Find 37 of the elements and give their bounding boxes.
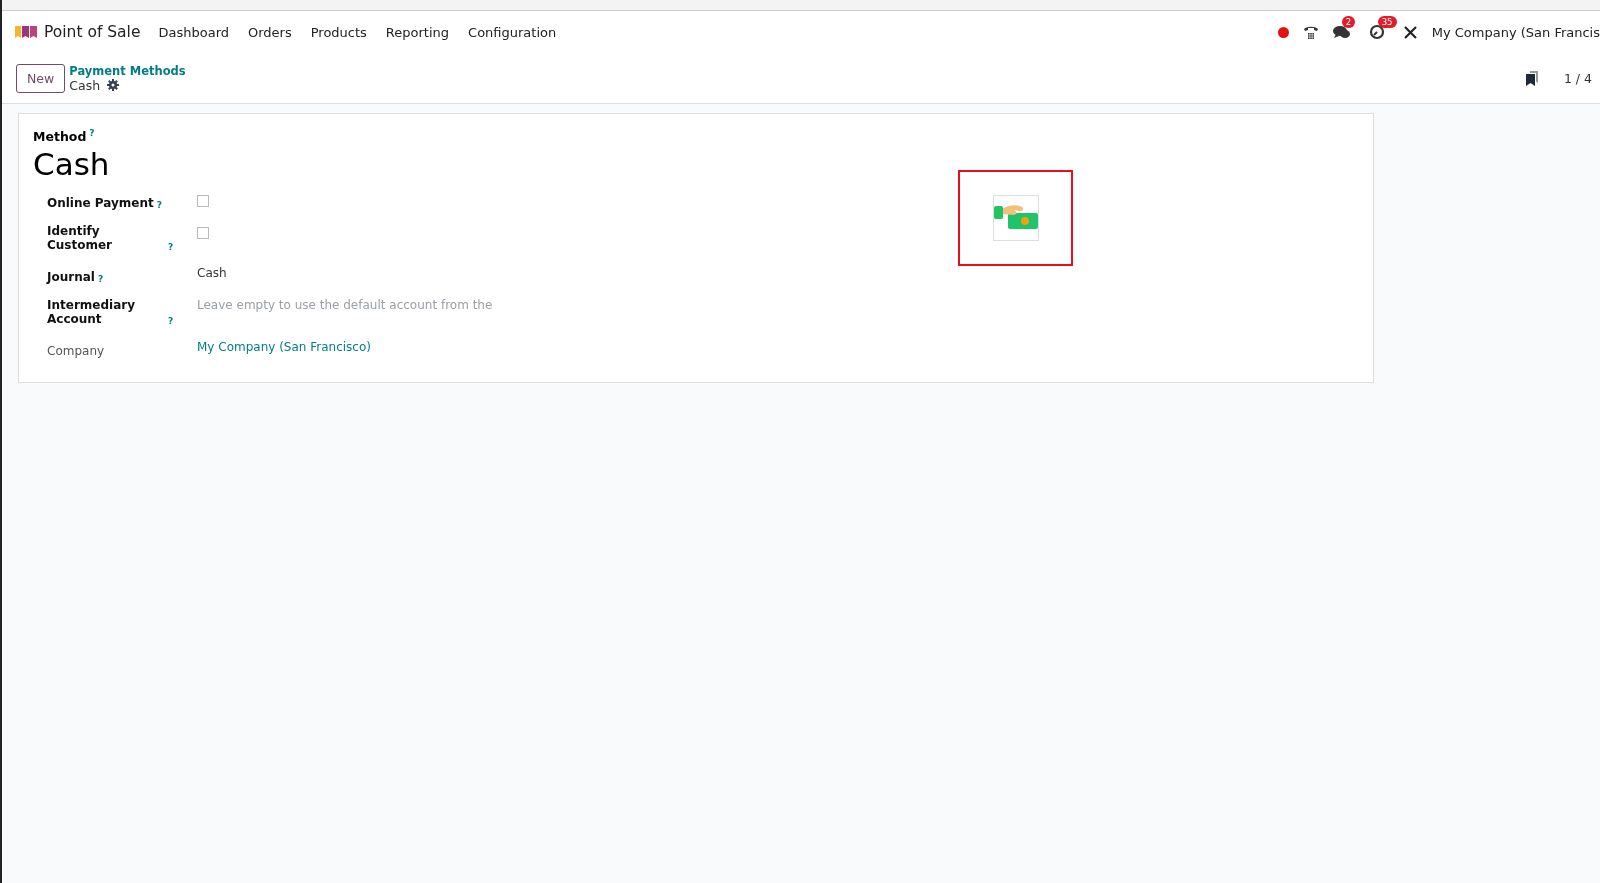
new-button[interactable]: New: [16, 63, 66, 93]
record-dot-icon[interactable]: [1277, 26, 1289, 38]
app-name[interactable]: Point of Sale: [44, 23, 141, 41]
field-link[interactable]: My Company (San Francisco): [197, 340, 371, 355]
menu-item[interactable]: Reporting: [385, 24, 450, 40]
clock-icon[interactable]: [1368, 24, 1385, 40]
company-switcher[interactable]: My Company (San Francis: [1431, 24, 1600, 40]
menu-item[interactable]: Orders: [248, 24, 292, 40]
field-label: Identify Customer: [47, 224, 114, 253]
field-value[interactable]: Cash: [197, 266, 227, 281]
help-mark[interactable]: ?: [156, 200, 162, 211]
record-title[interactable]: Cash: [33, 146, 958, 183]
app-logo-icon[interactable]: [14, 24, 38, 40]
menu-item[interactable]: Products: [310, 24, 367, 40]
help-mark[interactable]: ?: [168, 316, 174, 327]
pager-value[interactable]: 1 / 4: [1563, 70, 1592, 86]
record-name: Cash: [69, 77, 101, 93]
menu-item[interactable]: Configuration: [468, 24, 557, 40]
message-count: 2: [1341, 16, 1356, 28]
field-label: Method: [33, 129, 87, 145]
input-field[interactable]: Leave empty to use the default account from the: [197, 298, 537, 313]
help-mark[interactable]: ?: [168, 242, 174, 253]
activity-count: 35: [1377, 16, 1397, 28]
chat-icon[interactable]: [1332, 24, 1351, 40]
gear-icon[interactable]: [107, 79, 120, 91]
field-label: Company: [47, 344, 105, 359]
bookmark-icon[interactable]: [1525, 70, 1538, 86]
checkbox[interactable]: [197, 227, 209, 240]
help-mark[interactable]: ?: [89, 128, 95, 138]
phone-icon[interactable]: [1302, 25, 1319, 39]
help-mark[interactable]: ?: [97, 274, 104, 285]
checkbox[interactable]: [197, 195, 209, 208]
field-label: Online Payment: [47, 196, 154, 211]
field-label: Journal: [47, 270, 95, 285]
menu-item[interactable]: Dashboard: [158, 24, 229, 40]
field-label: Intermediary Account: [47, 298, 136, 327]
breadcrumb-link[interactable]: Payment Methods: [69, 63, 186, 78]
